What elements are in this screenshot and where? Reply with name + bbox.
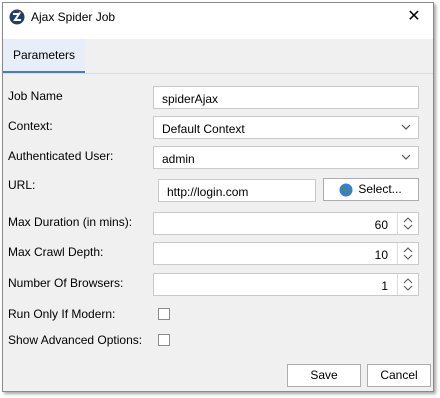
show-advanced-label: Show Advanced Options: (8, 333, 143, 347)
spinner-buttons[interactable] (397, 274, 418, 295)
context-select[interactable]: Default Context (153, 116, 419, 139)
show-advanced-checkbox[interactable] (158, 334, 170, 346)
select-url-button[interactable]: Select... (323, 178, 419, 201)
auth-user-select[interactable]: admin (153, 146, 419, 169)
job-name-field[interactable]: spiderAjax (153, 86, 419, 109)
tab-bar: Parameters (3, 39, 433, 74)
max-duration-spinner[interactable]: 60 (153, 212, 419, 235)
max-crawl-depth-spinner[interactable]: 10 (153, 242, 419, 265)
num-browsers-spinner[interactable]: 1 (153, 273, 419, 296)
job-name-label: Job Name (8, 89, 63, 103)
title-bar: Ajax Spider Job ✕ (3, 3, 433, 31)
auth-user-label: Authenticated User: (8, 149, 114, 163)
url-label: URL: (8, 178, 36, 192)
run-only-if-modern-label: Run Only If Modern: (8, 307, 116, 321)
spinner-arrows-icon (403, 217, 413, 230)
chevron-down-icon (401, 124, 411, 130)
globe-icon (339, 183, 353, 197)
spinner-arrows-icon (403, 278, 413, 291)
close-icon: ✕ (407, 8, 421, 25)
url-field[interactable]: http://login.com (158, 179, 316, 202)
context-label: Context: (8, 119, 53, 133)
num-browsers-label: Number Of Browsers: (8, 276, 124, 290)
save-button[interactable]: Save (287, 364, 361, 387)
spinner-buttons[interactable] (397, 213, 418, 234)
parameters-panel: Job Name spiderAjax Context: Default Con… (3, 74, 433, 391)
close-button[interactable]: ✕ (403, 6, 425, 28)
window-title: Ajax Spider Job (31, 10, 116, 24)
dialog-window: Ajax Spider Job ✕ Parameters Job Name sp… (2, 2, 434, 392)
max-crawl-depth-label: Max Crawl Depth: (8, 245, 104, 259)
chevron-down-icon (401, 154, 411, 160)
spinner-arrows-icon (403, 247, 413, 260)
max-duration-label: Max Duration (in mins): (8, 215, 133, 229)
zap-logo-icon (9, 9, 25, 25)
tab-parameters[interactable]: Parameters (3, 39, 85, 73)
run-only-if-modern-checkbox[interactable] (158, 308, 170, 320)
spinner-buttons[interactable] (397, 243, 418, 264)
cancel-button[interactable]: Cancel (367, 364, 431, 387)
